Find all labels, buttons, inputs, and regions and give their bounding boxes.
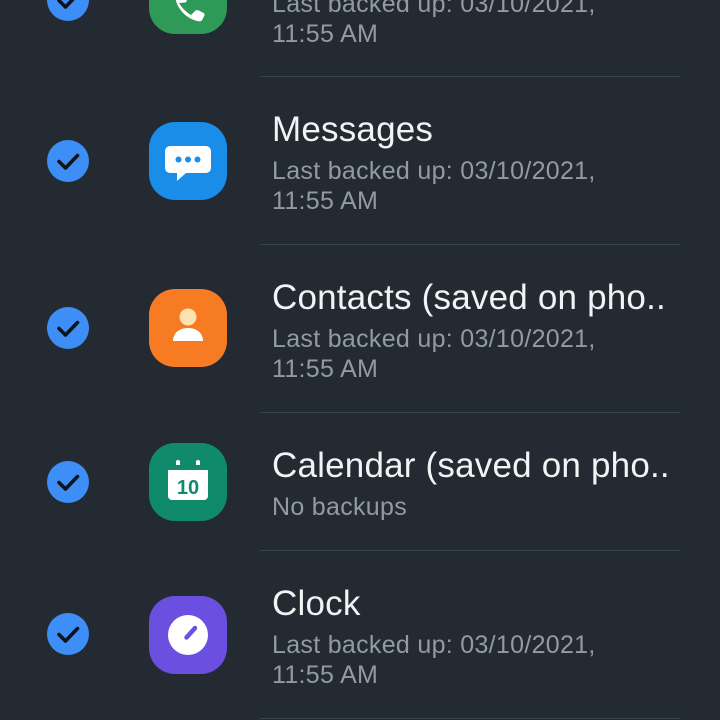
item-status-line2: 11:55 AM: [272, 661, 379, 689]
item-title: Contacts (saved on pho..: [272, 278, 666, 317]
item-status-line2: 11:55 AM: [272, 355, 379, 383]
item-title: Clock: [272, 584, 361, 623]
calendar-day-number: 10: [177, 477, 199, 499]
list-item-phone[interactable]: Last backed up: 03/10/2021, 11:55 AM: [0, 0, 720, 76]
item-status-line1: Last backed up: 03/10/2021,: [272, 157, 596, 185]
check-icon: [57, 626, 80, 643]
item-status-line2: 11:55 AM: [272, 20, 379, 48]
checkbox-messages[interactable]: [47, 140, 89, 182]
checkbox-phone[interactable]: [47, 0, 89, 21]
backup-app-list: Last backed up: 03/10/2021, 11:55 AM Mes…: [0, 0, 720, 720]
item-status-line1: No backups: [272, 493, 408, 521]
item-status-line2: 11:55 AM: [272, 187, 379, 215]
item-title: Messages: [272, 110, 434, 149]
checkbox-contacts[interactable]: [47, 307, 89, 349]
clock-icon: [149, 596, 227, 674]
divider: [260, 718, 680, 719]
check-icon: [57, 153, 80, 170]
calendar-icon: 10: [149, 443, 227, 521]
item-status-line1: Last backed up: 03/10/2021,: [272, 325, 596, 353]
list-item-calendar[interactable]: 10 Calendar (saved on pho.. No backups: [0, 413, 720, 550]
check-icon: [57, 0, 75, 9]
checkbox-calendar[interactable]: [47, 461, 89, 503]
list-item-clock[interactable]: Clock Last backed up: 03/10/2021, 11:55 …: [0, 551, 720, 718]
item-status-line1: Last backed up: 03/10/2021,: [272, 0, 596, 18]
item-title: Calendar (saved on pho..: [272, 446, 670, 485]
contacts-icon: [149, 289, 227, 367]
messages-icon: [149, 122, 227, 200]
check-icon: [57, 474, 80, 491]
check-icon: [57, 320, 80, 337]
item-status-line1: Last backed up: 03/10/2021,: [272, 631, 596, 659]
phone-icon: [149, 0, 227, 34]
list-item-contacts[interactable]: Contacts (saved on pho.. Last backed up:…: [0, 245, 720, 412]
checkbox-clock[interactable]: [47, 613, 89, 655]
list-item-messages[interactable]: Messages Last backed up: 03/10/2021, 11:…: [0, 77, 720, 244]
